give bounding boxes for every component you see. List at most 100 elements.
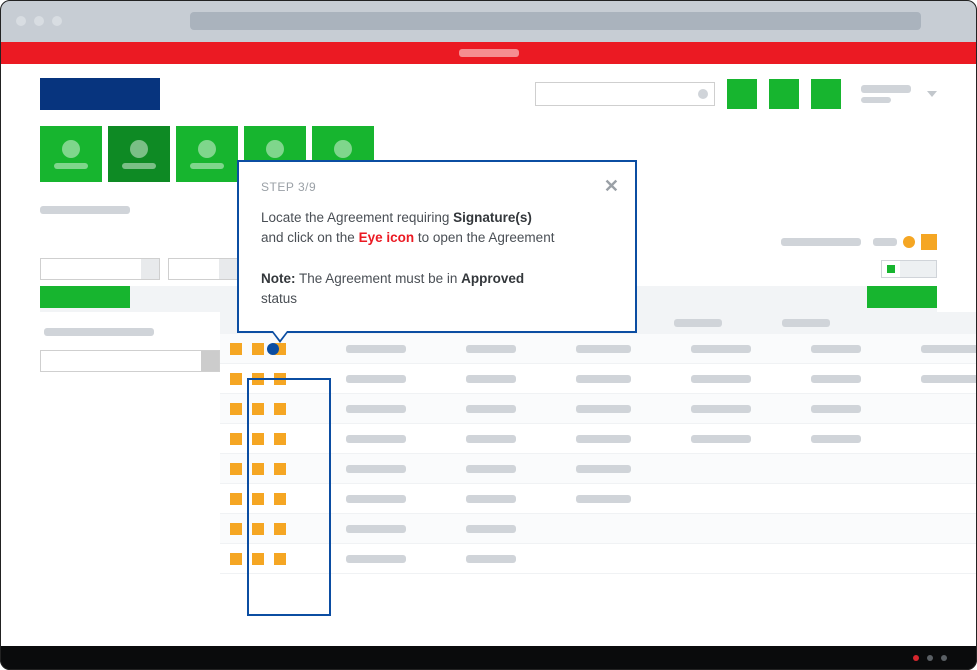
delete-icon[interactable] — [274, 493, 286, 505]
url-bar[interactable] — [190, 12, 921, 30]
cell-value — [346, 375, 406, 383]
cell-value — [811, 405, 861, 413]
grid-view-icon — [887, 265, 895, 273]
cell-value — [921, 345, 977, 353]
tab-active[interactable] — [40, 286, 130, 308]
section-label — [40, 206, 130, 214]
notification-bar — [0, 42, 977, 64]
tutorial-tooltip: ✕ STEP 3/9 Locate the Agreement requirin… — [237, 160, 637, 333]
table-row[interactable] — [220, 544, 977, 574]
delete-icon[interactable] — [274, 373, 286, 385]
data-table — [220, 312, 977, 574]
eye-icon[interactable] — [230, 523, 242, 535]
card-view-icon[interactable] — [918, 261, 936, 277]
status-dot-red — [913, 655, 919, 661]
cell-value — [576, 435, 631, 443]
sidebar-label — [44, 328, 154, 336]
traffic-max-icon[interactable] — [52, 16, 62, 26]
cell-value — [576, 375, 631, 383]
list-view-icon[interactable] — [900, 261, 918, 277]
edit-icon[interactable] — [252, 373, 264, 385]
status-badge — [921, 234, 937, 250]
cell-value — [576, 345, 631, 353]
eye-icon[interactable] — [230, 463, 242, 475]
cell-value — [811, 345, 861, 353]
cell-value — [346, 405, 406, 413]
app-logo[interactable] — [40, 78, 160, 110]
edit-icon[interactable] — [252, 493, 264, 505]
cell-value — [811, 375, 861, 383]
tooltip-body: Locate the Agreement requiring Signature… — [261, 208, 613, 309]
app-header — [0, 64, 977, 120]
status-dot-icon — [903, 236, 915, 248]
table-row[interactable] — [220, 424, 977, 454]
table-row[interactable] — [220, 364, 977, 394]
edit-icon[interactable] — [252, 523, 264, 535]
sidebar-search-input[interactable] — [40, 350, 220, 372]
cell-value — [346, 555, 406, 563]
cell-value — [691, 345, 751, 353]
cell-value — [811, 435, 861, 443]
cell-value — [346, 525, 406, 533]
filter-input[interactable] — [168, 258, 238, 280]
cell-value — [466, 555, 516, 563]
cell-value — [466, 435, 516, 443]
delete-icon[interactable] — [274, 463, 286, 475]
eye-icon[interactable] — [230, 373, 242, 385]
cell-value — [466, 525, 516, 533]
delete-icon[interactable] — [274, 403, 286, 415]
edit-icon[interactable] — [252, 433, 264, 445]
header-action-1[interactable] — [727, 79, 757, 109]
header-action-3[interactable] — [811, 79, 841, 109]
cell-value — [576, 405, 631, 413]
avatar-tile[interactable] — [176, 126, 238, 182]
header-action-2[interactable] — [769, 79, 799, 109]
eye-icon[interactable] — [230, 343, 242, 355]
filter-input[interactable] — [40, 258, 160, 280]
cell-value — [921, 375, 977, 383]
cell-value — [346, 465, 406, 473]
status-dot — [927, 655, 933, 661]
cell-value — [691, 435, 751, 443]
tab-button[interactable] — [867, 286, 937, 308]
cell-value — [691, 405, 751, 413]
traffic-min-icon[interactable] — [34, 16, 44, 26]
cell-value — [346, 495, 406, 503]
cell-value — [576, 495, 631, 503]
table-row[interactable] — [220, 454, 977, 484]
view-toggle[interactable] — [881, 260, 937, 278]
delete-icon[interactable] — [274, 553, 286, 565]
cell-value — [466, 495, 516, 503]
table-row[interactable] — [220, 484, 977, 514]
edit-icon[interactable] — [252, 403, 264, 415]
cell-value — [466, 465, 516, 473]
delete-icon[interactable] — [274, 433, 286, 445]
eye-icon[interactable] — [230, 553, 242, 565]
search-icon — [698, 89, 708, 99]
cell-value — [346, 345, 406, 353]
search-input[interactable] — [535, 82, 715, 106]
edit-icon[interactable] — [252, 343, 264, 355]
eye-icon[interactable] — [230, 403, 242, 415]
eye-icon[interactable] — [230, 433, 242, 445]
notification-text — [459, 49, 519, 57]
avatar-tile[interactable] — [40, 126, 102, 182]
table-row[interactable] — [220, 514, 977, 544]
sidebar — [40, 312, 220, 574]
edit-icon[interactable] — [252, 553, 264, 565]
traffic-close-icon[interactable] — [16, 16, 26, 26]
edit-icon[interactable] — [252, 463, 264, 475]
user-menu[interactable] — [861, 85, 911, 103]
avatar-tile-active[interactable] — [108, 126, 170, 182]
table-row[interactable] — [220, 394, 977, 424]
browser-chrome — [0, 0, 977, 42]
status-text — [781, 238, 861, 246]
table-row[interactable] — [220, 334, 977, 364]
delete-icon[interactable] — [274, 523, 286, 535]
cell-value — [466, 405, 516, 413]
chevron-down-icon[interactable] — [927, 91, 937, 97]
close-icon[interactable]: ✕ — [604, 176, 619, 197]
eye-icon[interactable] — [230, 493, 242, 505]
cell-value — [691, 375, 751, 383]
cell-value — [346, 435, 406, 443]
